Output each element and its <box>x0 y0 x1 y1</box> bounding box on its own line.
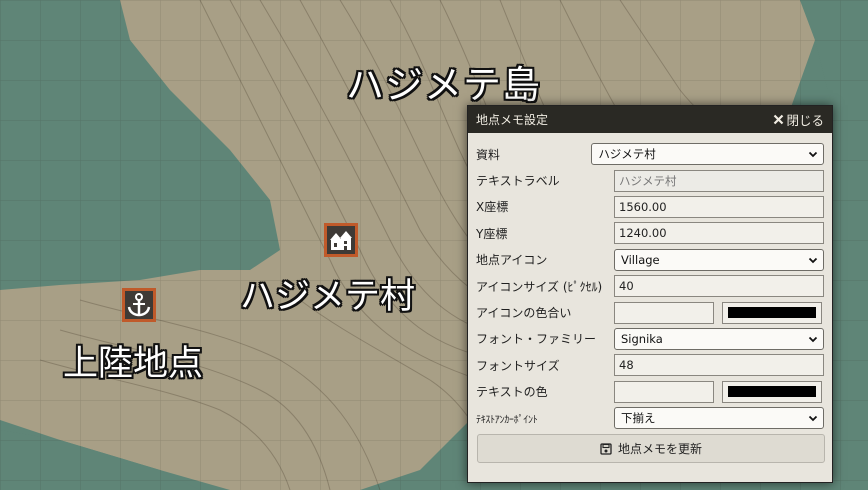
close-label: 閉じる <box>786 113 824 128</box>
x-coordinate-row: X座標 1560.00 <box>476 194 824 220</box>
dialog-header[interactable]: 地点メモ設定 閉じる <box>468 106 832 133</box>
font-size-row: フォントサイズ 48 <box>476 352 824 378</box>
icon-tint-input[interactable] <box>614 301 714 324</box>
y-coordinate-input[interactable]: 1240.00 <box>614 222 824 245</box>
font-size-label: フォントサイズ <box>476 358 560 373</box>
landing-point-label: 上陸地点 <box>63 344 204 384</box>
x-coordinate-label: X座標 <box>476 200 509 215</box>
icon-select[interactable]: Village <box>614 248 824 271</box>
chevron-down-icon <box>808 152 818 158</box>
anchor-icon[interactable] <box>122 288 156 322</box>
text-anchor-select-value: 下揃え <box>621 411 656 426</box>
icon-size-value: 40 <box>619 279 634 294</box>
resource-select[interactable]: ハジメテ村 <box>591 143 824 166</box>
icon-tint-row: アイコンの色合い <box>476 299 824 325</box>
y-coordinate-row: Y座標 1240.00 <box>476 220 824 246</box>
text-color-row: テキストの色 <box>476 379 824 405</box>
icon-row: 地点アイコン Village <box>476 247 824 273</box>
x-coordinate-value: 1560.00 <box>619 199 667 214</box>
text-label-row: テキストラベル ハジメテ村 <box>476 167 824 193</box>
village-icon[interactable] <box>324 223 358 257</box>
x-coordinate-input[interactable]: 1560.00 <box>614 195 824 218</box>
chevron-down-icon <box>808 257 818 264</box>
anchor-icon-glyph <box>127 293 151 317</box>
text-color-picker[interactable] <box>722 380 822 403</box>
text-label-label: テキストラベル <box>476 174 560 189</box>
font-family-label: フォント・ファミリー <box>476 332 597 347</box>
update-note-button[interactable]: 地点メモを更新 <box>477 434 825 464</box>
close-button[interactable]: 閉じる <box>773 110 824 129</box>
resource-label: 資料 <box>476 147 501 162</box>
font-family-row: フォント・ファミリー Signika <box>476 326 824 352</box>
icon-size-row: アイコンサイズ (ﾋﾟｸｾﾙ) 40 <box>476 273 824 299</box>
icon-tint-color-picker[interactable] <box>722 301 822 324</box>
update-note-label: 地点メモを更新 <box>617 442 702 457</box>
y-coordinate-label: Y座標 <box>476 226 508 241</box>
village-label: ハジメテ村 <box>240 277 416 317</box>
font-size-value: 48 <box>619 358 634 373</box>
island-title-label: ハジメテ島 <box>346 63 542 107</box>
text-color-fill <box>728 386 816 398</box>
close-icon <box>774 114 784 125</box>
font-family-select[interactable]: Signika <box>614 327 824 350</box>
text-color-input[interactable] <box>614 380 714 403</box>
icon-size-label: アイコンサイズ (ﾋﾟｸｾﾙ) <box>476 279 603 294</box>
font-size-input[interactable]: 48 <box>614 354 824 377</box>
save-icon <box>600 443 612 455</box>
text-color-label: テキストの色 <box>476 385 548 400</box>
text-anchor-label: ﾃｷｽﾄｱﾝｶｰﾎﾟｲﾝﾄ <box>476 414 538 426</box>
location-note-settings-dialog: 地点メモ設定 閉じる 資料 ハジメテ村 テキストラベル ハジメテ村 X座標 15… <box>467 105 833 483</box>
icon-label: 地点アイコン <box>476 253 548 268</box>
text-label-value: ハジメテ村 <box>619 173 677 188</box>
text-label-input[interactable]: ハジメテ村 <box>614 169 824 192</box>
settings-form: 資料 ハジメテ村 テキストラベル ハジメテ村 X座標 1560.00 Y座標 1… <box>468 133 832 464</box>
chevron-down-icon <box>808 415 818 422</box>
text-anchor-row: ﾃｷｽﾄｱﾝｶｰﾎﾟｲﾝﾄ 下揃え <box>476 405 824 431</box>
village-icon-glyph <box>330 231 352 250</box>
icon-size-input[interactable]: 40 <box>614 275 824 298</box>
icon-tint-label: アイコンの色合い <box>476 306 572 321</box>
icon-select-value: Village <box>621 252 660 267</box>
text-anchor-select[interactable]: 下揃え <box>614 407 824 430</box>
font-family-select-value: Signika <box>621 331 663 346</box>
icon-tint-color-fill <box>728 307 816 319</box>
resource-select-value: ハジメテ村 <box>598 147 656 162</box>
resource-row: 資料 ハジメテ村 <box>476 141 824 167</box>
dialog-title: 地点メモ設定 <box>476 113 549 127</box>
y-coordinate-value: 1240.00 <box>619 226 667 241</box>
chevron-down-icon <box>808 336 818 343</box>
